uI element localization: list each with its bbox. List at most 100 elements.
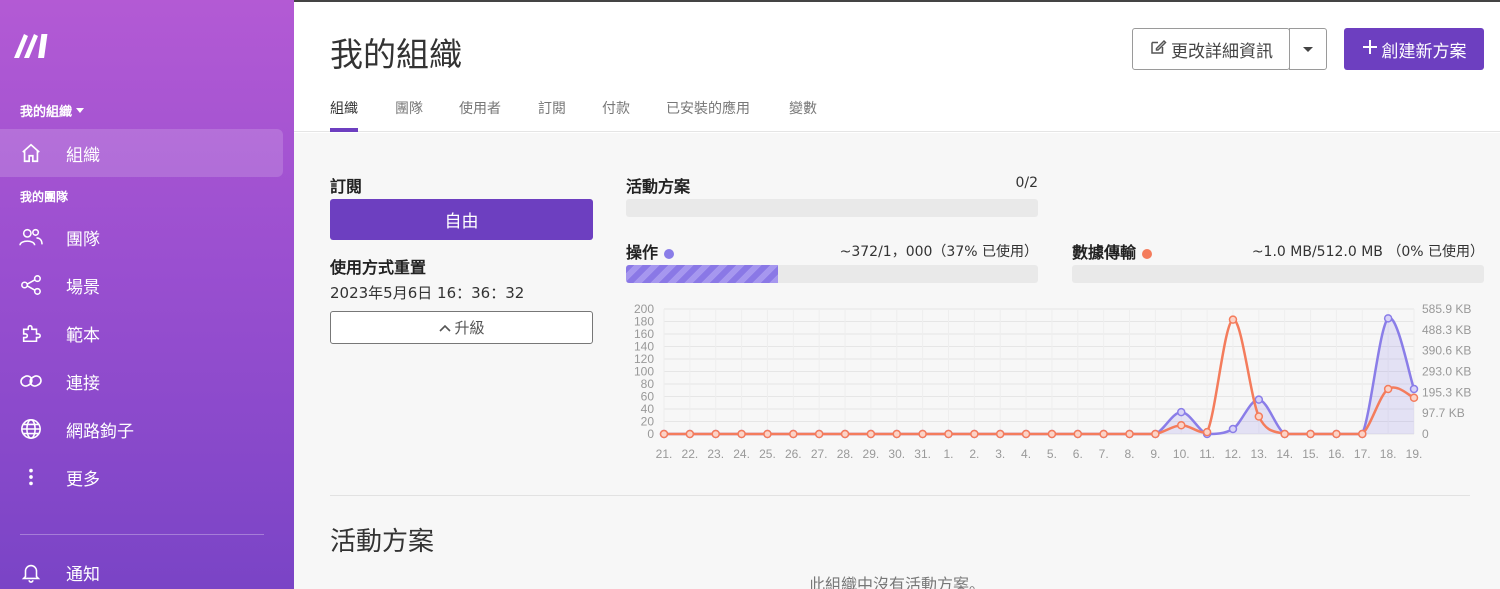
x-tick-label: 17. bbox=[1354, 447, 1371, 461]
x-tick-label: 29. bbox=[863, 447, 880, 461]
data-point bbox=[1176, 407, 1186, 417]
sidebar-item-templates[interactable]: 範本 bbox=[0, 309, 283, 357]
y2-tick-label: 390.6 KB bbox=[1422, 344, 1471, 358]
x-tick-label: 2. bbox=[969, 447, 979, 461]
main-content: 訂閱 自由 使用方式重置 2023年5月6日 16：36：32 升級 活動方案 … bbox=[294, 133, 1500, 589]
chevron-down-icon bbox=[1303, 46, 1313, 52]
data-point bbox=[659, 429, 669, 439]
tab-subscription[interactable]: 訂閱 bbox=[538, 98, 566, 118]
tab-variables[interactable]: 變數 bbox=[789, 98, 817, 118]
y-tick-label: 160 bbox=[634, 327, 654, 341]
plus-icon bbox=[1362, 39, 1378, 60]
data-point bbox=[1254, 412, 1264, 421]
data-point bbox=[1228, 424, 1238, 434]
data-transfer-legend-dot bbox=[1142, 248, 1153, 259]
tab-installed-apps[interactable]: 已安裝的應用 bbox=[666, 98, 750, 118]
y-tick-label: 140 bbox=[634, 340, 654, 354]
make-logo[interactable] bbox=[12, 30, 52, 60]
y-tick-label: 60 bbox=[641, 390, 655, 404]
operations-bar bbox=[626, 265, 1038, 283]
x-tick-label: 23. bbox=[707, 447, 724, 461]
edit-options-dropdown[interactable] bbox=[1289, 28, 1327, 70]
sidebar-item-connections[interactable]: 連接 bbox=[0, 357, 283, 405]
x-tick-label: 3. bbox=[995, 447, 1005, 461]
x-tick-label: 4. bbox=[1021, 447, 1031, 461]
y2-tick-label: 97.7 KB bbox=[1422, 406, 1465, 420]
page-header: 我的組織 更改詳細資訊 創建新方案 組織 團隊 使用者 訂閱 付款 已安裝的應用… bbox=[294, 2, 1500, 132]
y-tick-label: 80 bbox=[641, 377, 655, 391]
x-tick-label: 28. bbox=[837, 447, 854, 461]
active-scenarios-value: 0/2 bbox=[1015, 175, 1038, 191]
y-tick-label: 180 bbox=[634, 315, 654, 329]
y2-tick-label: 293.0 KB bbox=[1422, 365, 1471, 379]
data-point bbox=[1073, 429, 1083, 439]
create-new-scenario-label: 創建新方案 bbox=[1381, 41, 1467, 62]
tab-users[interactable]: 使用者 bbox=[459, 98, 501, 118]
data-point bbox=[1151, 429, 1160, 439]
sidebar-divider bbox=[20, 534, 264, 535]
data-point bbox=[970, 429, 979, 439]
link-icon bbox=[19, 369, 43, 393]
x-tick-label: 18. bbox=[1380, 447, 1397, 461]
y-tick-label: 100 bbox=[634, 365, 654, 379]
x-tick-label: 31. bbox=[914, 447, 931, 461]
section-divider bbox=[330, 495, 1470, 496]
more-vertical-icon bbox=[19, 465, 43, 489]
x-tick-label: 22. bbox=[682, 447, 699, 461]
x-tick-label: 8. bbox=[1125, 447, 1135, 461]
upgrade-button[interactable]: 升級 bbox=[330, 311, 593, 344]
subscription-label: 訂閱 bbox=[330, 177, 363, 196]
active-scenarios-bar bbox=[626, 199, 1038, 217]
x-tick-label: 9. bbox=[1150, 447, 1160, 461]
data-point bbox=[789, 429, 798, 439]
data-point bbox=[1228, 315, 1238, 324]
x-tick-label: 6. bbox=[1073, 447, 1083, 461]
data-point bbox=[1409, 393, 1419, 402]
org-switcher[interactable]: 我的組織 bbox=[20, 101, 85, 120]
operations-bar-fill bbox=[626, 265, 779, 283]
sidebar-item-webhooks[interactable]: 網路鉤子 bbox=[0, 405, 283, 453]
sidebar-item-more[interactable]: 更多 bbox=[0, 453, 283, 501]
data-point bbox=[840, 429, 850, 439]
data-transfer-label: 數據傳輸 bbox=[1072, 239, 1153, 263]
bell-icon bbox=[19, 560, 43, 584]
operations-legend-dot bbox=[664, 248, 675, 259]
y2-tick-label: 488.3 KB bbox=[1422, 323, 1471, 337]
sidebar-item-label: 團隊 bbox=[66, 229, 100, 250]
series-line bbox=[664, 318, 1415, 436]
page-title: 我的組織 bbox=[330, 35, 462, 74]
y-tick-label: 20 bbox=[641, 415, 655, 429]
home-icon bbox=[19, 141, 43, 165]
sidebar-item-organization[interactable]: 組織 bbox=[0, 129, 283, 177]
tab-payments[interactable]: 付款 bbox=[602, 98, 630, 118]
x-tick-label: 30. bbox=[888, 447, 905, 461]
tab-teams[interactable]: 團隊 bbox=[395, 98, 423, 118]
sidebar-item-label: 更多 bbox=[66, 469, 100, 490]
users-icon bbox=[19, 225, 43, 249]
active-tab-indicator bbox=[330, 128, 358, 132]
sidebar-item-notifications[interactable]: 通知 bbox=[0, 548, 283, 589]
x-tick-label: 7. bbox=[1099, 447, 1109, 461]
create-new-scenario-button[interactable]: 創建新方案 bbox=[1344, 28, 1484, 70]
data-point bbox=[1280, 429, 1289, 439]
data-point bbox=[737, 429, 746, 439]
data-point bbox=[763, 429, 772, 439]
active-scenarios-section-title: 活動方案 bbox=[330, 527, 435, 557]
sidebar-item-label: 範本 bbox=[66, 325, 100, 346]
edit-details-button[interactable]: 更改詳細資訊 bbox=[1132, 28, 1290, 70]
team-section-label: 我的團隊 bbox=[20, 190, 69, 204]
data-point bbox=[1099, 429, 1108, 439]
operations-value: ~372/1，000（37% 已使用） bbox=[839, 244, 1038, 260]
operations-label: 操作 bbox=[626, 239, 675, 263]
data-point bbox=[1021, 429, 1031, 439]
data-point bbox=[1176, 421, 1186, 430]
upgrade-label: 升級 bbox=[454, 319, 485, 337]
sidebar-item-teams[interactable]: 團隊 bbox=[0, 213, 283, 261]
data-point bbox=[944, 429, 953, 439]
puzzle-icon bbox=[19, 321, 43, 345]
series-line bbox=[664, 316, 1416, 436]
x-tick-label: 25. bbox=[759, 447, 776, 461]
chevron-down-icon bbox=[76, 108, 85, 113]
sidebar-item-scenarios[interactable]: 場景 bbox=[0, 261, 283, 309]
tab-organization[interactable]: 組織 bbox=[330, 98, 358, 118]
